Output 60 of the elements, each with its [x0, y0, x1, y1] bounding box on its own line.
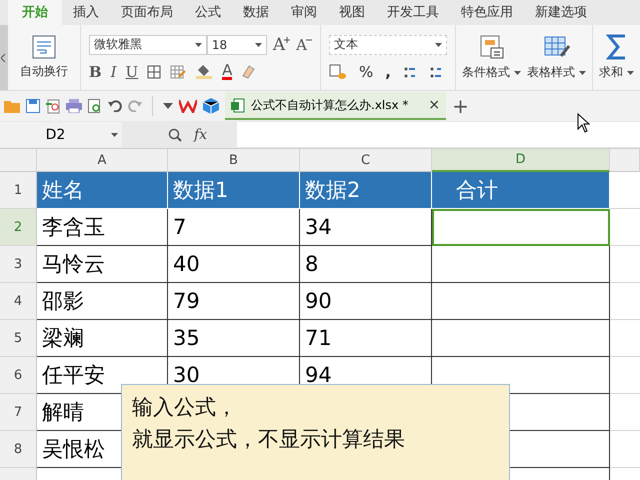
sum-button[interactable]: 求和: [599, 64, 623, 81]
table-cell: 马怜云: [37, 246, 168, 283]
ribbon-tab[interactable]: 审阅: [280, 0, 328, 25]
header-cell: 姓名: [37, 172, 168, 209]
column-header[interactable]: C: [300, 149, 432, 172]
ribbon-tab[interactable]: 公式: [184, 0, 232, 25]
table-cell: 任平安: [37, 357, 168, 394]
table-cell: 梁斓: [37, 320, 168, 357]
header-cell: 合计: [432, 172, 610, 209]
table-cell: 7: [168, 209, 300, 246]
table-cell: 34: [300, 209, 432, 246]
row-header[interactable]: 8: [0, 431, 37, 468]
column-header[interactable]: A: [37, 149, 168, 172]
font-name-field[interactable]: 微软雅黑: [88, 34, 207, 54]
ribbon-tab[interactable]: 视图: [328, 0, 376, 25]
ribbon-tab[interactable]: 页面布局: [110, 0, 184, 25]
close-tab-button[interactable]: ×: [428, 97, 440, 113]
row-header[interactable]: 6: [0, 357, 37, 394]
column-header[interactable]: B: [168, 149, 300, 172]
italic-button[interactable]: I: [110, 62, 116, 80]
document-title: 公式不自动计算怎么办.xlsx *: [251, 96, 408, 114]
ribbon-tab[interactable]: 新建选项: [524, 0, 598, 25]
table-style-button[interactable]: 表格样式: [527, 64, 575, 81]
table-cell: 李含玉: [37, 209, 168, 246]
shrink-font-button[interactable]: A: [296, 36, 307, 54]
cell-reference: D2: [44, 126, 66, 142]
underline-button[interactable]: U: [126, 62, 138, 80]
new-tab-button[interactable]: +: [452, 94, 469, 118]
font-size-field[interactable]: 18: [206, 34, 267, 54]
conditional-format-button[interactable]: 条件格式: [462, 64, 510, 81]
number-format-field[interactable]: 文本: [329, 34, 447, 54]
function-button[interactable]: fx: [194, 126, 208, 142]
header-cell: 数据2: [300, 172, 432, 209]
table-cell: 40: [168, 246, 300, 283]
percent-button[interactable]: %: [359, 62, 374, 80]
wrap-text-button[interactable]: 自动换行: [20, 63, 68, 80]
table-cell: 79: [168, 283, 300, 320]
font-color-button[interactable]: A: [222, 63, 232, 80]
ribbon-tab[interactable]: 插入: [62, 0, 110, 25]
ribbon-tab[interactable]: 数据: [232, 0, 280, 25]
grow-font-button[interactable]: A: [272, 34, 286, 54]
table-cell: 邵影: [37, 283, 168, 320]
ribbon-tab[interactable]: 特色应用: [450, 0, 524, 25]
row-header[interactable]: 5: [0, 320, 37, 357]
ribbon-tab[interactable]: 开发工具: [376, 0, 450, 25]
column-header[interactable]: D: [432, 149, 610, 172]
table-cell: 90: [300, 283, 432, 320]
comma-button[interactable]: ,: [385, 62, 391, 80]
row-header[interactable]: 1: [0, 172, 37, 209]
bold-button[interactable]: B: [88, 62, 102, 80]
header-cell: 数据1: [168, 172, 300, 209]
row-header[interactable]: 3: [0, 246, 37, 283]
name-box[interactable]: D2: [0, 122, 122, 147]
row-header[interactable]: 4: [0, 283, 37, 320]
row-header[interactable]: 7: [0, 394, 37, 431]
document-tab[interactable]: 公式不自动计算怎么办.xlsx * ×: [225, 92, 446, 120]
table-cell: 35: [168, 320, 300, 357]
row-header[interactable]: 2: [0, 209, 37, 246]
table-cell: 71: [300, 320, 432, 357]
table-cell: 8: [300, 246, 432, 283]
